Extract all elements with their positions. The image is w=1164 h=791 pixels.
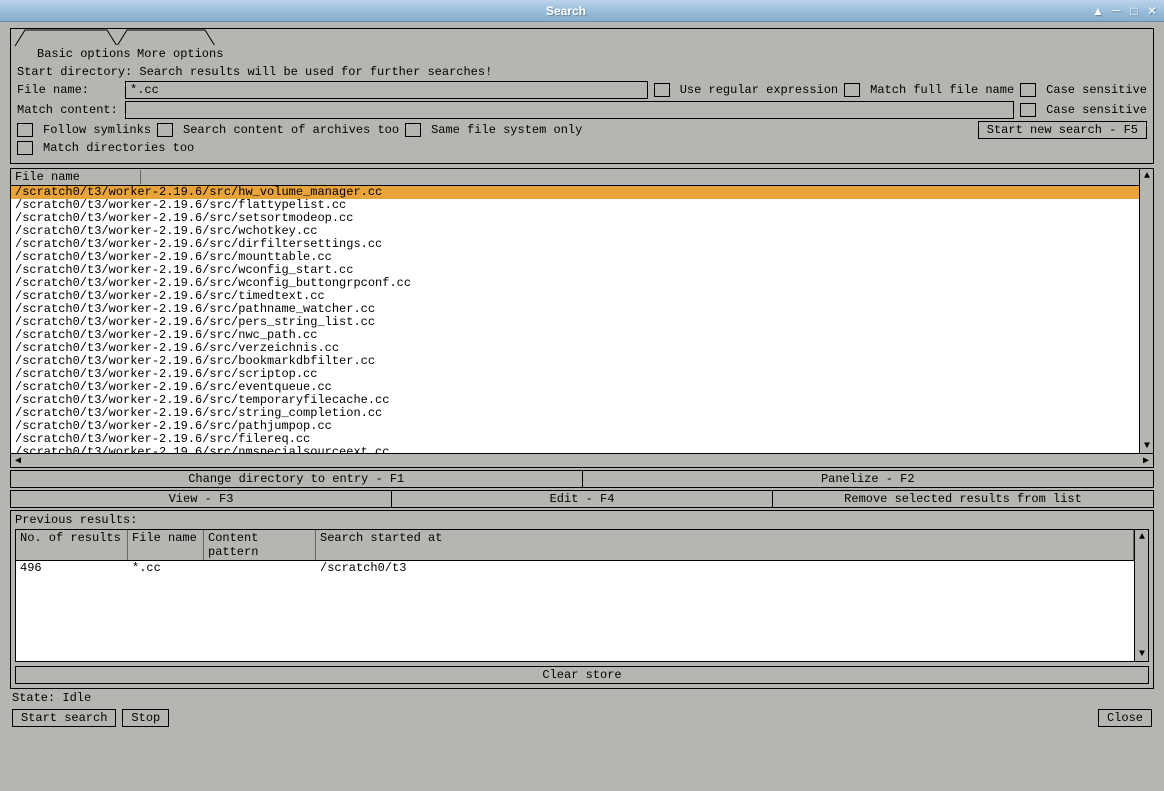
previous-results-table: No. of results File name Content pattern… xyxy=(15,529,1149,662)
previous-result-row[interactable]: 496 *.cc /scratch0/t3 xyxy=(16,561,1134,575)
results-list: File name /scratch0/t3/worker-2.19.6/src… xyxy=(10,168,1154,468)
window-title: Search xyxy=(44,4,1088,18)
results-scrollbar-horizontal[interactable]: ◀ ▶ xyxy=(11,453,1153,467)
minimize-icon[interactable]: － xyxy=(1108,4,1124,18)
results-scrollbar-vertical[interactable]: ▲ ▼ xyxy=(1139,169,1153,453)
start-dir-message: Start directory: Search results will be … xyxy=(17,65,492,79)
prev-row-fname: *.cc xyxy=(132,561,208,575)
result-row[interactable]: /scratch0/t3/worker-2.19.6/src/nmspecial… xyxy=(11,446,1139,453)
results-header-filename[interactable]: File name xyxy=(15,170,141,184)
previous-results-panel: Previous results: No. of results File na… xyxy=(10,510,1154,689)
use-regex-label: Use regular expression xyxy=(680,83,838,97)
prev-col-fname[interactable]: File name xyxy=(128,530,204,560)
start-search-button[interactable]: Start search xyxy=(12,709,116,727)
same-fs-label: Same file system only xyxy=(431,123,582,137)
scroll-down-icon[interactable]: ▼ xyxy=(1140,439,1153,453)
scroll-track-h[interactable] xyxy=(25,454,1139,467)
tab-basic-label: Basic options xyxy=(37,47,131,61)
close-icon[interactable]: ✕ xyxy=(1144,4,1160,18)
prev-col-started[interactable]: Search started at xyxy=(316,530,1134,560)
prev-row-started: /scratch0/t3 xyxy=(320,561,1130,575)
results-rows[interactable]: /scratch0/t3/worker-2.19.6/src/hw_volume… xyxy=(11,186,1139,453)
match-content-input[interactable] xyxy=(125,101,1014,119)
tab-more-options[interactable]: More options xyxy=(131,45,229,63)
previous-results-title: Previous results: xyxy=(15,513,1149,527)
case-sensitive-name-checkbox[interactable] xyxy=(1020,83,1036,97)
prev-scrollbar-vertical[interactable]: ▲ ▼ xyxy=(1134,530,1148,661)
clear-store-button[interactable]: Clear store xyxy=(15,666,1149,684)
maximize-icon[interactable]: □ xyxy=(1126,4,1142,18)
remove-selected-button[interactable]: Remove selected results from list xyxy=(773,490,1154,508)
rollup-icon[interactable]: ▲ xyxy=(1090,4,1106,18)
titlebar: Search ▲ － □ ✕ xyxy=(0,0,1164,22)
follow-symlinks-checkbox[interactable] xyxy=(17,123,33,137)
prev-col-content[interactable]: Content pattern xyxy=(204,530,316,560)
tab-basic-options[interactable]: Basic options xyxy=(31,45,137,63)
case-sensitive-content-label: Case sensitive xyxy=(1046,103,1147,117)
options-panel: Basic options More options Start directo… xyxy=(10,28,1154,164)
prev-row-content xyxy=(208,561,320,575)
panelize-button[interactable]: Panelize - F2 xyxy=(583,470,1155,488)
tab-more-label: More options xyxy=(137,47,223,61)
same-fs-checkbox[interactable] xyxy=(405,123,421,137)
scroll-up-icon[interactable]: ▲ xyxy=(1140,169,1153,183)
scroll-up-icon[interactable]: ▲ xyxy=(1135,530,1149,544)
search-archives-checkbox[interactable] xyxy=(157,123,173,137)
prev-row-num: 496 xyxy=(20,561,132,575)
previous-results-body[interactable]: 496 *.cc /scratch0/t3 xyxy=(16,561,1134,661)
stop-button[interactable]: Stop xyxy=(122,709,169,727)
use-regex-checkbox[interactable] xyxy=(654,83,670,97)
match-dirs-label: Match directories too xyxy=(43,141,194,155)
scroll-track-v[interactable] xyxy=(1140,183,1153,439)
file-name-input[interactable] xyxy=(125,81,648,99)
match-content-label: Match content: xyxy=(17,103,119,117)
match-full-label: Match full file name xyxy=(870,83,1014,97)
edit-button[interactable]: Edit - F4 xyxy=(392,490,773,508)
view-button[interactable]: View - F3 xyxy=(10,490,392,508)
match-dirs-checkbox[interactable] xyxy=(17,141,33,155)
change-directory-button[interactable]: Change directory to entry - F1 xyxy=(10,470,583,488)
prev-col-num[interactable]: No. of results xyxy=(16,530,128,560)
case-sensitive-content-checkbox[interactable] xyxy=(1020,103,1036,117)
search-archives-label: Search content of archives too xyxy=(183,123,399,137)
scroll-down-icon[interactable]: ▼ xyxy=(1135,647,1149,661)
start-new-search-button[interactable]: Start new search - F5 xyxy=(978,121,1147,139)
file-name-label: File name: xyxy=(17,83,119,97)
scroll-left-icon[interactable]: ◀ xyxy=(11,454,25,468)
state-label: State: Idle xyxy=(10,689,1154,707)
close-button[interactable]: Close xyxy=(1098,709,1152,727)
match-full-checkbox[interactable] xyxy=(844,83,860,97)
follow-symlinks-label: Follow symlinks xyxy=(43,123,151,137)
scroll-right-icon[interactable]: ▶ xyxy=(1139,454,1153,468)
case-sensitive-name-label: Case sensitive xyxy=(1046,83,1147,97)
